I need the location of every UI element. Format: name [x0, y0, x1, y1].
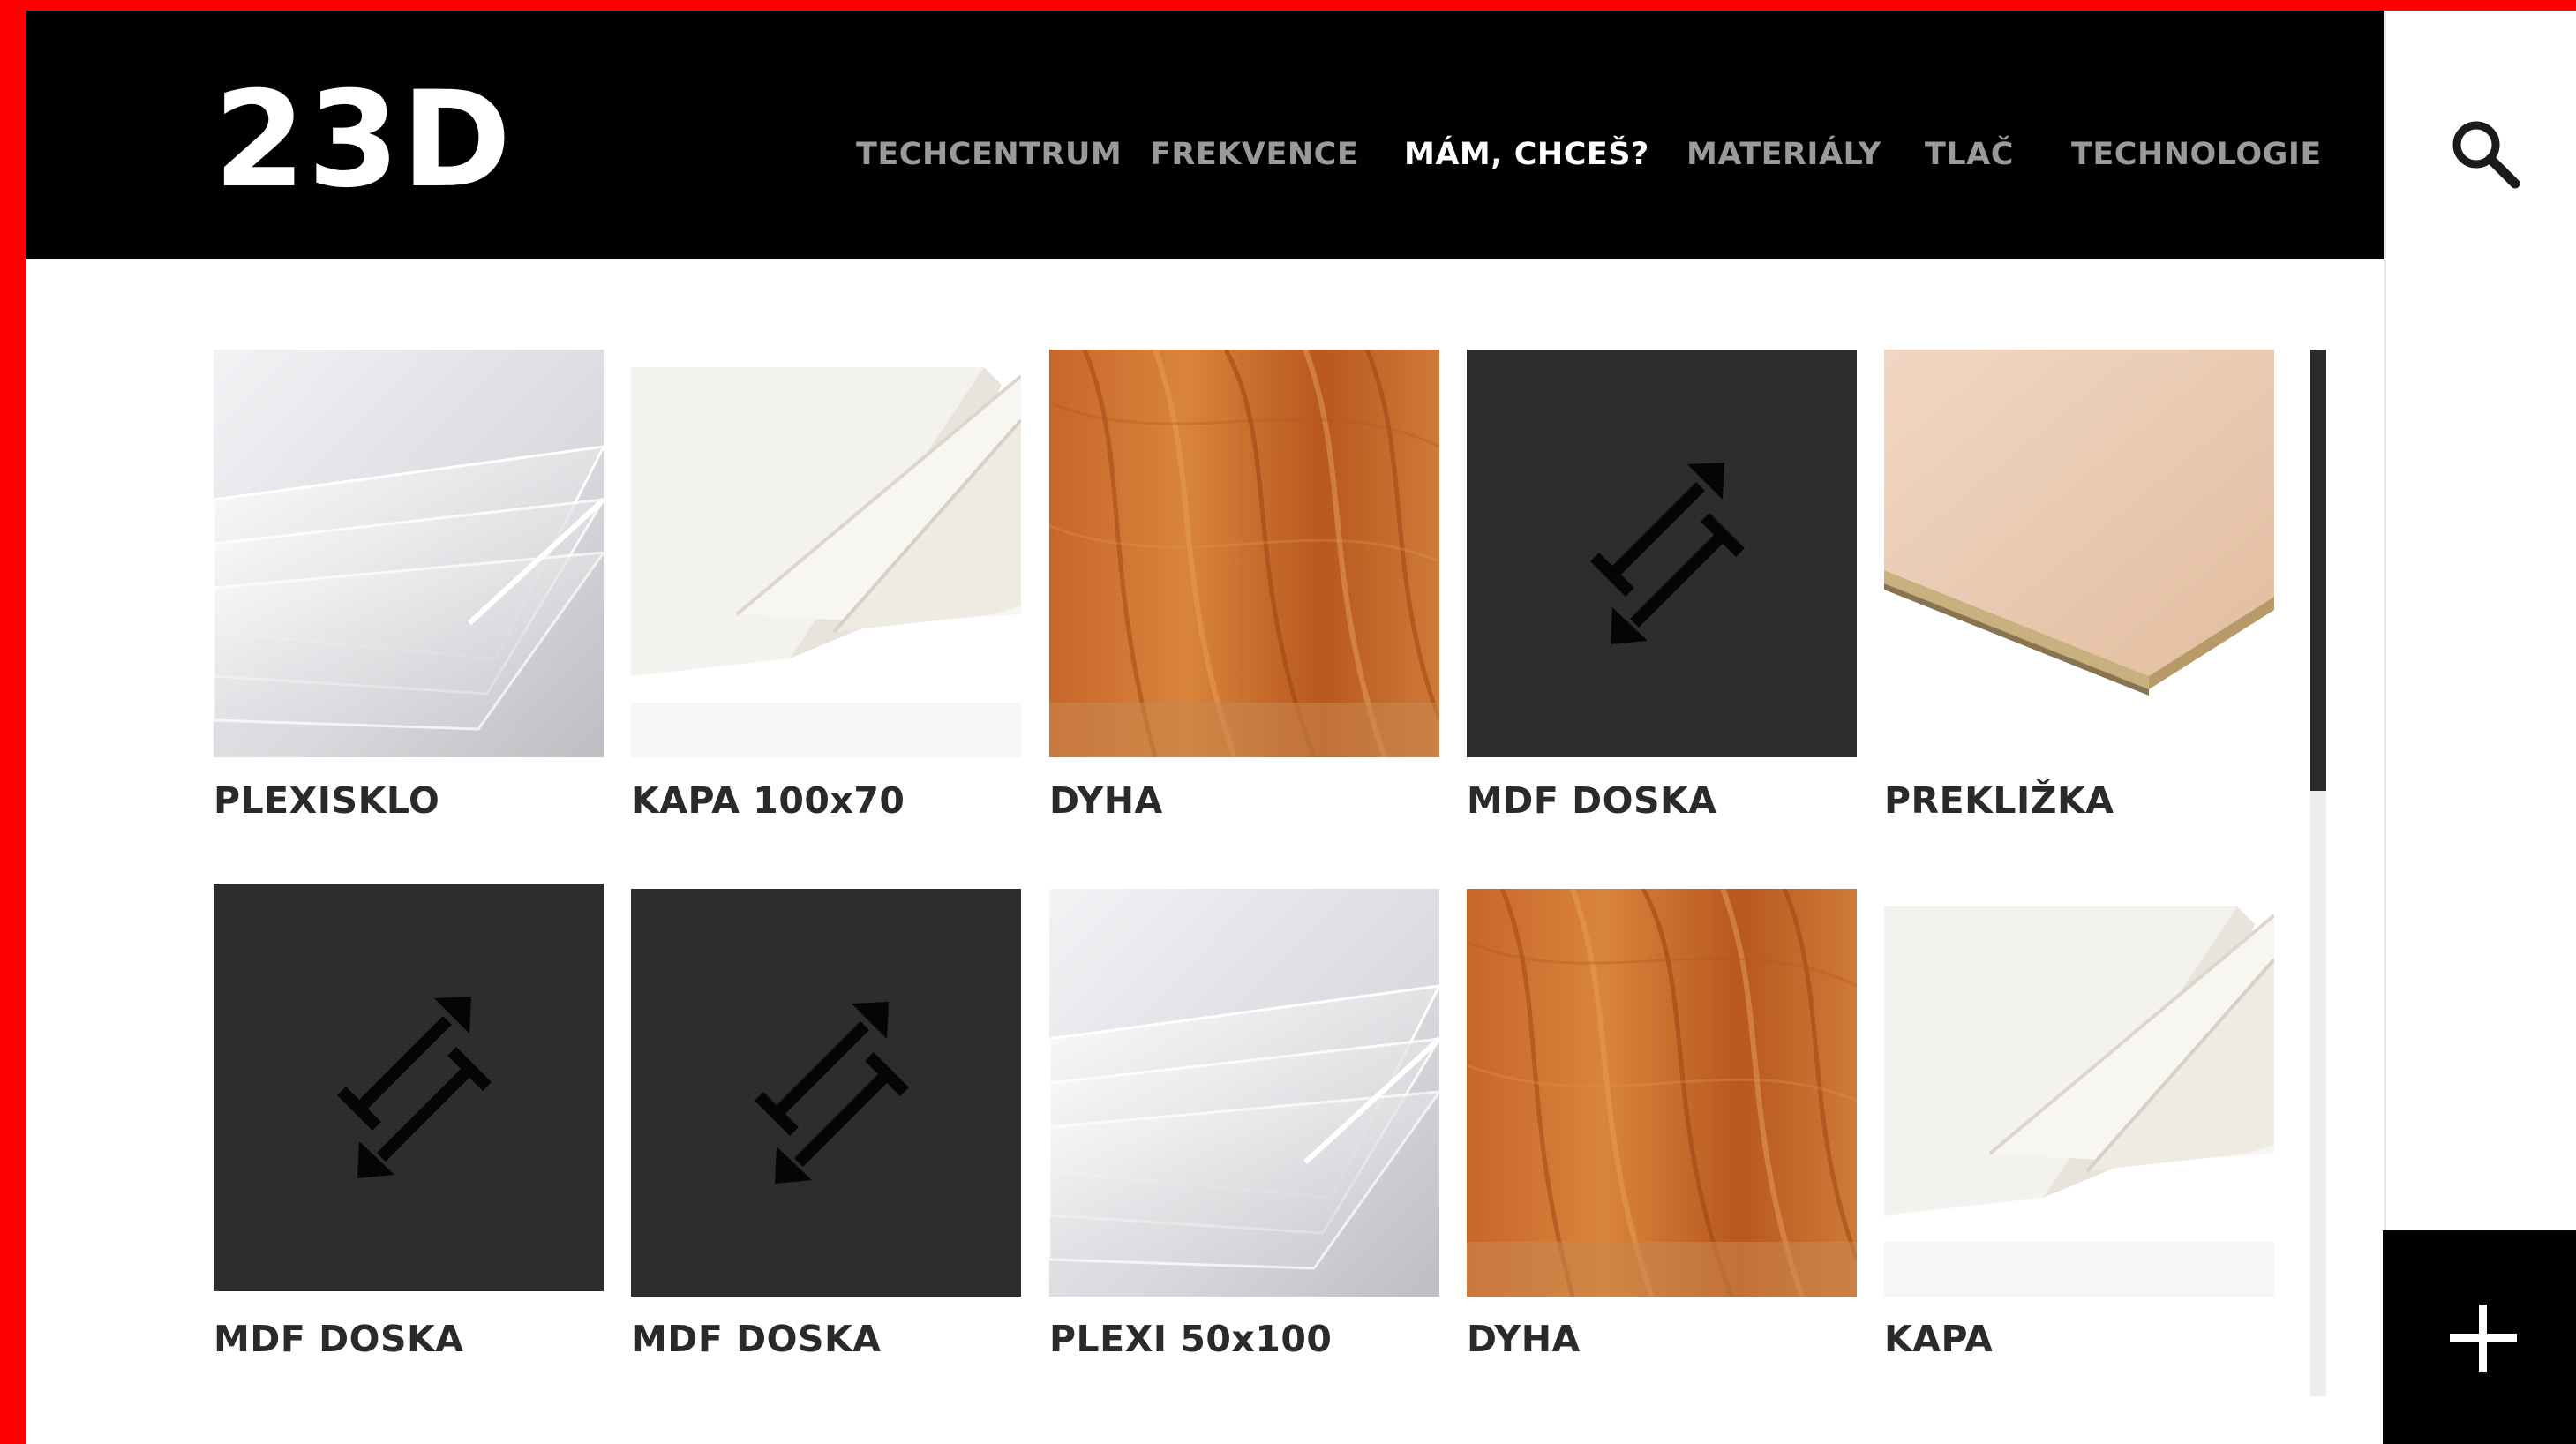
material-image: [1049, 889, 1439, 1297]
material-image: [1467, 889, 1857, 1297]
material-image: [1884, 889, 2274, 1297]
material-label: MDF DOSKA: [214, 1318, 464, 1360]
add-button[interactable]: [2383, 1230, 2576, 1444]
scrollbar-thumb[interactable]: [2310, 350, 2326, 791]
material-label: MDF DOSKA: [1467, 779, 1717, 822]
nav-item-mam-chces[interactable]: MÁM, CHCEŠ?: [1404, 124, 1649, 185]
nav-item-technologie[interactable]: TECHNOLOGIE: [2071, 124, 2322, 185]
material-image: [1884, 350, 2274, 757]
material-label: PLEXI 50x100: [1049, 1318, 1333, 1360]
nav-item-frekvence[interactable]: FREKVENCE: [1150, 124, 1358, 185]
material-label: DYHA: [1467, 1318, 1581, 1360]
right-side-panel: [2384, 11, 2576, 1444]
material-label: DYHA: [1049, 779, 1163, 822]
plus-icon: [2450, 1305, 2517, 1372]
material-image: [214, 350, 604, 757]
red-frame-top: [0, 0, 2576, 11]
nav-item-techcentrum[interactable]: TECHCENTRUM: [856, 124, 1122, 185]
dimension-arrows-icon: [214, 884, 604, 1291]
material-image: [631, 350, 1021, 757]
nav-item-materialy[interactable]: MATERIÁLY: [1686, 124, 1881, 185]
material-label: KAPA 100x70: [631, 779, 905, 822]
red-frame-left: [0, 0, 26, 1444]
main-nav: TECHCENTRUM FREKVENCE MÁM, CHCEŠ? MATERI…: [0, 124, 2384, 185]
material-label: KAPA: [1884, 1318, 1994, 1360]
dimension-arrows-icon: [631, 889, 1021, 1297]
material-label: PREKLIŽKA: [1884, 779, 2114, 822]
material-label: PLEXISKLO: [214, 779, 440, 822]
material-label: MDF DOSKA: [631, 1318, 882, 1360]
nav-item-tlac[interactable]: TLAČ: [1925, 124, 2014, 185]
search-icon: [2452, 121, 2520, 189]
dimension-arrows-icon: [1467, 350, 1857, 757]
material-image: [1049, 350, 1439, 757]
search-button[interactable]: [2446, 115, 2526, 194]
